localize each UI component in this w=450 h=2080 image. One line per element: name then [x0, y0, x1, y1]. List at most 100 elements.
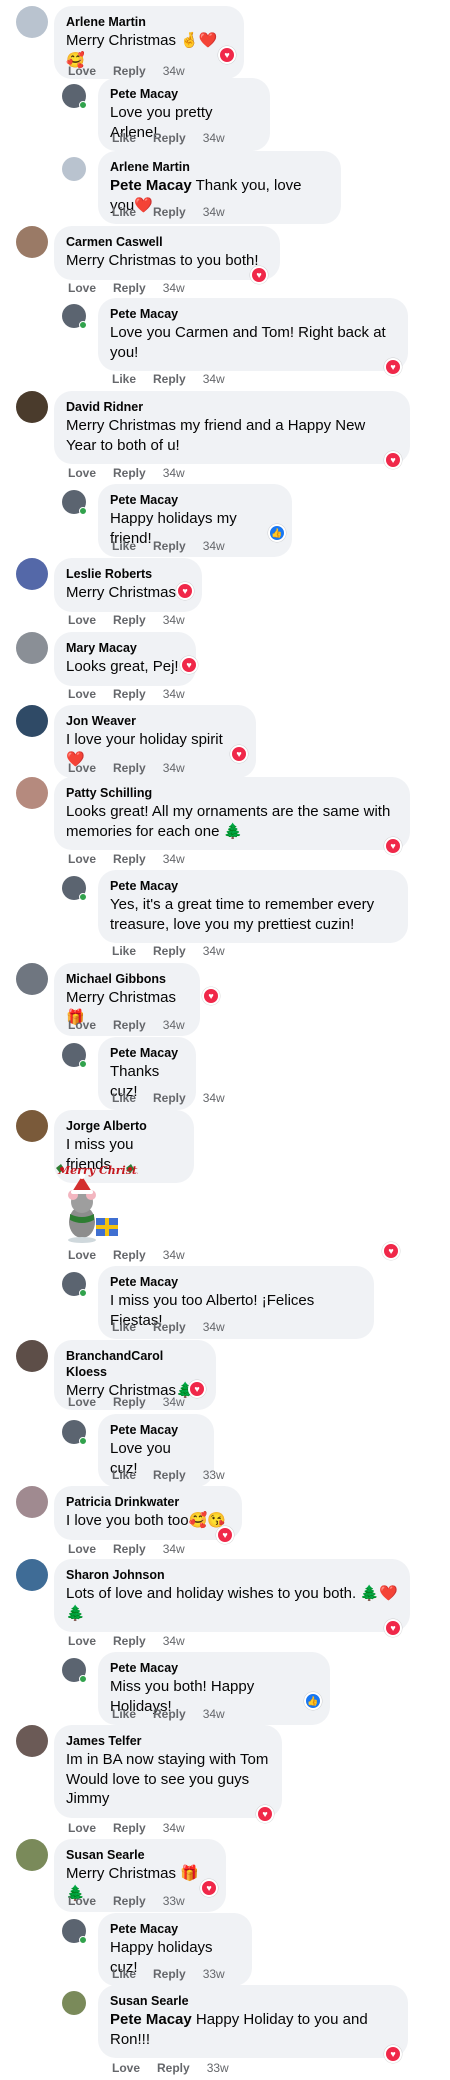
love-link[interactable]: Love	[68, 466, 96, 480]
author-name[interactable]: Pete Macay	[110, 86, 258, 102]
heart-reaction-icon[interactable]: ♥	[382, 1242, 400, 1260]
like-link[interactable]: Like	[112, 1468, 136, 1482]
author-name[interactable]: Susan Searle	[66, 1847, 214, 1863]
timestamp[interactable]: 34w	[163, 1395, 185, 1409]
reply-link[interactable]: Reply	[153, 1707, 186, 1721]
thumbs-up-reaction-icon[interactable]: 👍	[268, 524, 286, 542]
reply-link[interactable]: Reply	[113, 761, 146, 775]
timestamp[interactable]: 34w	[163, 613, 185, 627]
reply-link[interactable]: Reply	[113, 466, 146, 480]
mention-tag[interactable]: Pete Macay	[110, 2011, 192, 2028]
author-name[interactable]: Patty Schilling	[66, 785, 398, 801]
reply-link[interactable]: Reply	[113, 1018, 146, 1032]
love-link[interactable]: Love	[68, 613, 96, 627]
avatar[interactable]	[16, 777, 48, 809]
heart-reaction-icon[interactable]: ♥	[218, 46, 236, 64]
avatar[interactable]	[16, 6, 48, 38]
timestamp[interactable]: 34w	[163, 761, 185, 775]
love-link[interactable]: Love	[68, 1018, 96, 1032]
love-link[interactable]: Love	[68, 1821, 96, 1835]
timestamp[interactable]: 33w	[207, 2061, 229, 2075]
timestamp[interactable]: 33w	[203, 1967, 225, 1981]
timestamp[interactable]: 34w	[203, 1320, 225, 1334]
avatar[interactable]	[16, 1486, 48, 1518]
author-name[interactable]: Pete Macay	[110, 1045, 184, 1061]
heart-reaction-icon[interactable]: ♥	[200, 1879, 218, 1897]
reply-link[interactable]: Reply	[113, 281, 146, 295]
heart-reaction-icon[interactable]: ♥	[216, 1526, 234, 1544]
like-link[interactable]: Like	[112, 944, 136, 958]
heart-reaction-icon[interactable]: ♥	[230, 745, 248, 763]
author-name[interactable]: Michael Gibbons	[66, 971, 188, 987]
like-link[interactable]: Like	[112, 131, 136, 145]
timestamp[interactable]: 34w	[163, 1634, 185, 1648]
love-link[interactable]: Love	[68, 1542, 96, 1556]
heart-reaction-icon[interactable]: ♥	[384, 2045, 402, 2063]
timestamp[interactable]: 33w	[163, 1894, 185, 1908]
timestamp[interactable]: 33w	[203, 1468, 225, 1482]
mention-tag[interactable]: Pete Macay	[110, 177, 192, 194]
timestamp[interactable]: 34w	[203, 1707, 225, 1721]
timestamp[interactable]: 34w	[203, 131, 225, 145]
reply-link[interactable]: Reply	[153, 1091, 186, 1105]
reply-link[interactable]: Reply	[153, 1967, 186, 1981]
author-name[interactable]: Mary Macay	[66, 640, 184, 656]
timestamp[interactable]: 34w	[163, 1248, 185, 1262]
love-link[interactable]: Love	[68, 852, 96, 866]
author-name[interactable]: BranchandCarol Kloess	[66, 1348, 204, 1380]
author-name[interactable]: Pete Macay	[110, 306, 396, 322]
avatar[interactable]	[16, 1110, 48, 1142]
author-name[interactable]: James Telfer	[66, 1733, 270, 1749]
timestamp[interactable]: 34w	[203, 1091, 225, 1105]
timestamp[interactable]: 34w	[163, 64, 185, 78]
christmas-sticker[interactable]: Merry Christmas	[54, 1162, 162, 1246]
author-name[interactable]: Patricia Drinkwater	[66, 1494, 230, 1510]
reply-link[interactable]: Reply	[113, 1821, 146, 1835]
reply-link[interactable]: Reply	[113, 852, 146, 866]
avatar[interactable]	[62, 157, 86, 181]
avatar[interactable]	[62, 1991, 86, 2015]
author-name[interactable]: Jon Weaver	[66, 713, 244, 729]
reply-link[interactable]: Reply	[157, 2061, 190, 2075]
reply-link[interactable]: Reply	[153, 539, 186, 553]
author-name[interactable]: Pete Macay	[110, 1921, 240, 1937]
reply-link[interactable]: Reply	[113, 1248, 146, 1262]
like-link[interactable]: Like	[112, 1320, 136, 1334]
love-link[interactable]: Love	[112, 2061, 140, 2075]
reply-link[interactable]: Reply	[113, 1542, 146, 1556]
avatar[interactable]	[16, 632, 48, 664]
heart-reaction-icon[interactable]: ♥	[176, 582, 194, 600]
author-name[interactable]: Leslie Roberts	[66, 566, 190, 582]
heart-reaction-icon[interactable]: ♥	[384, 1619, 402, 1637]
love-link[interactable]: Love	[68, 1634, 96, 1648]
reply-link[interactable]: Reply	[113, 1894, 146, 1908]
like-link[interactable]: Like	[112, 372, 136, 386]
avatar[interactable]	[16, 1559, 48, 1591]
reply-link[interactable]: Reply	[113, 1395, 146, 1409]
heart-reaction-icon[interactable]: ♥	[250, 266, 268, 284]
timestamp[interactable]: 34w	[163, 281, 185, 295]
timestamp[interactable]: 34w	[203, 944, 225, 958]
avatar[interactable]	[16, 1839, 48, 1871]
heart-reaction-icon[interactable]: ♥	[256, 1805, 274, 1823]
avatar[interactable]	[16, 963, 48, 995]
heart-reaction-icon[interactable]: ♥	[384, 358, 402, 376]
reply-link[interactable]: Reply	[153, 131, 186, 145]
reply-link[interactable]: Reply	[153, 944, 186, 958]
love-link[interactable]: Love	[68, 1894, 96, 1908]
avatar[interactable]	[16, 1725, 48, 1757]
author-name[interactable]: Arlene Martin	[66, 14, 232, 30]
like-link[interactable]: Like	[112, 205, 136, 219]
author-name[interactable]: Pete Macay	[110, 492, 280, 508]
author-name[interactable]: Pete Macay	[110, 1422, 202, 1438]
timestamp[interactable]: 34w	[163, 466, 185, 480]
reply-link[interactable]: Reply	[113, 64, 146, 78]
love-link[interactable]: Love	[68, 1395, 96, 1409]
avatar[interactable]	[16, 705, 48, 737]
avatar[interactable]	[16, 1340, 48, 1372]
avatar[interactable]	[16, 391, 48, 423]
timestamp[interactable]: 34w	[163, 1018, 185, 1032]
love-link[interactable]: Love	[68, 687, 96, 701]
timestamp[interactable]: 34w	[163, 687, 185, 701]
like-link[interactable]: Like	[112, 1091, 136, 1105]
